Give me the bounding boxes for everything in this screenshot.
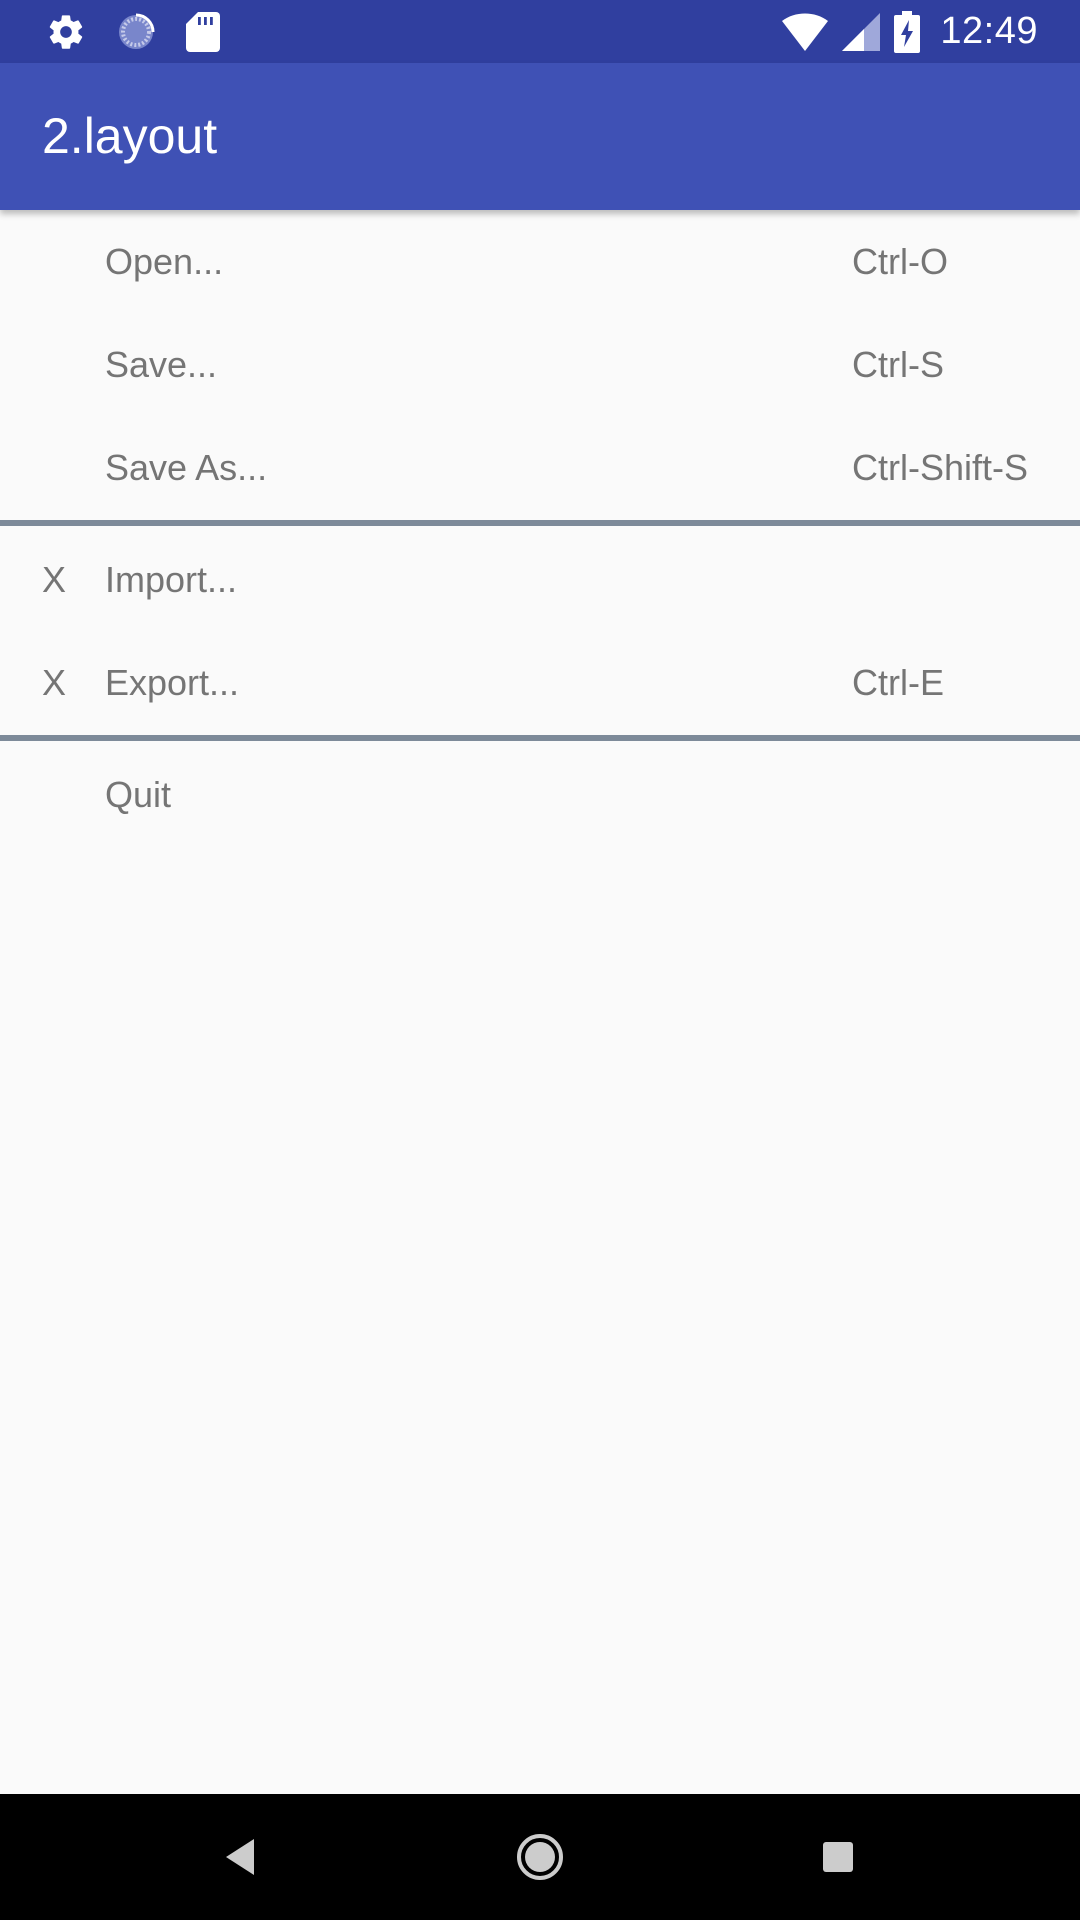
menu-item-shortcut: Ctrl-O	[852, 241, 948, 282]
menu-item-shortcut: Ctrl-S	[852, 344, 944, 385]
menu-item-label: Open...	[105, 241, 224, 282]
loading-circle-icon	[116, 12, 156, 52]
menu-divider	[0, 520, 1080, 526]
battery-charging-icon	[894, 10, 921, 53]
menu-item-quit[interactable]: Quit	[0, 743, 1080, 846]
menu-item-label: Import...	[105, 559, 238, 600]
menu-item-label: Save As...	[105, 447, 268, 488]
menu-item-check: X	[42, 559, 67, 600]
app-bar: 2.layout	[0, 63, 1080, 210]
menu-item-label: Save...	[105, 344, 218, 385]
menu-item-label: Quit	[105, 774, 172, 815]
menu-item-check: X	[42, 662, 67, 703]
app-title: 2.layout	[42, 108, 218, 164]
clock-time: 12:49	[940, 10, 1038, 52]
home-button[interactable]	[480, 1794, 600, 1920]
navigation-bar	[0, 1794, 1080, 1920]
menu-item-export[interactable]: X Export... Ctrl-E	[0, 631, 1080, 735]
home-icon	[517, 1834, 563, 1880]
menu-item-save-as[interactable]: Save As... Ctrl-Shift-S	[0, 416, 1080, 520]
menu-item-shortcut: Ctrl-Shift-S	[852, 447, 1029, 488]
menu-item-open[interactable]: Open... Ctrl-O	[0, 210, 1080, 313]
recent-apps-icon	[823, 1842, 853, 1872]
cell-signal-icon	[842, 12, 881, 51]
settings-icon	[46, 12, 86, 52]
options-menu: Open... Ctrl-O Save... Ctrl-S Save As...…	[0, 210, 1080, 846]
back-icon	[226, 1839, 254, 1875]
screen: 12:49 2.layout Open... Ctrl-O Save... Ct…	[0, 0, 1080, 1920]
menu-item-save[interactable]: Save... Ctrl-S	[0, 313, 1080, 416]
menu-item-import[interactable]: X Import...	[0, 528, 1080, 631]
menu-divider	[0, 735, 1080, 741]
menu-item-label: Export...	[105, 662, 240, 703]
recent-apps-button[interactable]	[778, 1794, 898, 1920]
wifi-icon	[782, 13, 829, 51]
back-button[interactable]	[180, 1794, 300, 1920]
status-right-icons: 12:49	[782, 0, 1038, 63]
status-left-icons	[46, 0, 220, 63]
status-bar: 12:49	[0, 0, 1080, 63]
menu-item-shortcut: Ctrl-E	[852, 662, 944, 703]
sd-card-icon	[186, 11, 220, 52]
